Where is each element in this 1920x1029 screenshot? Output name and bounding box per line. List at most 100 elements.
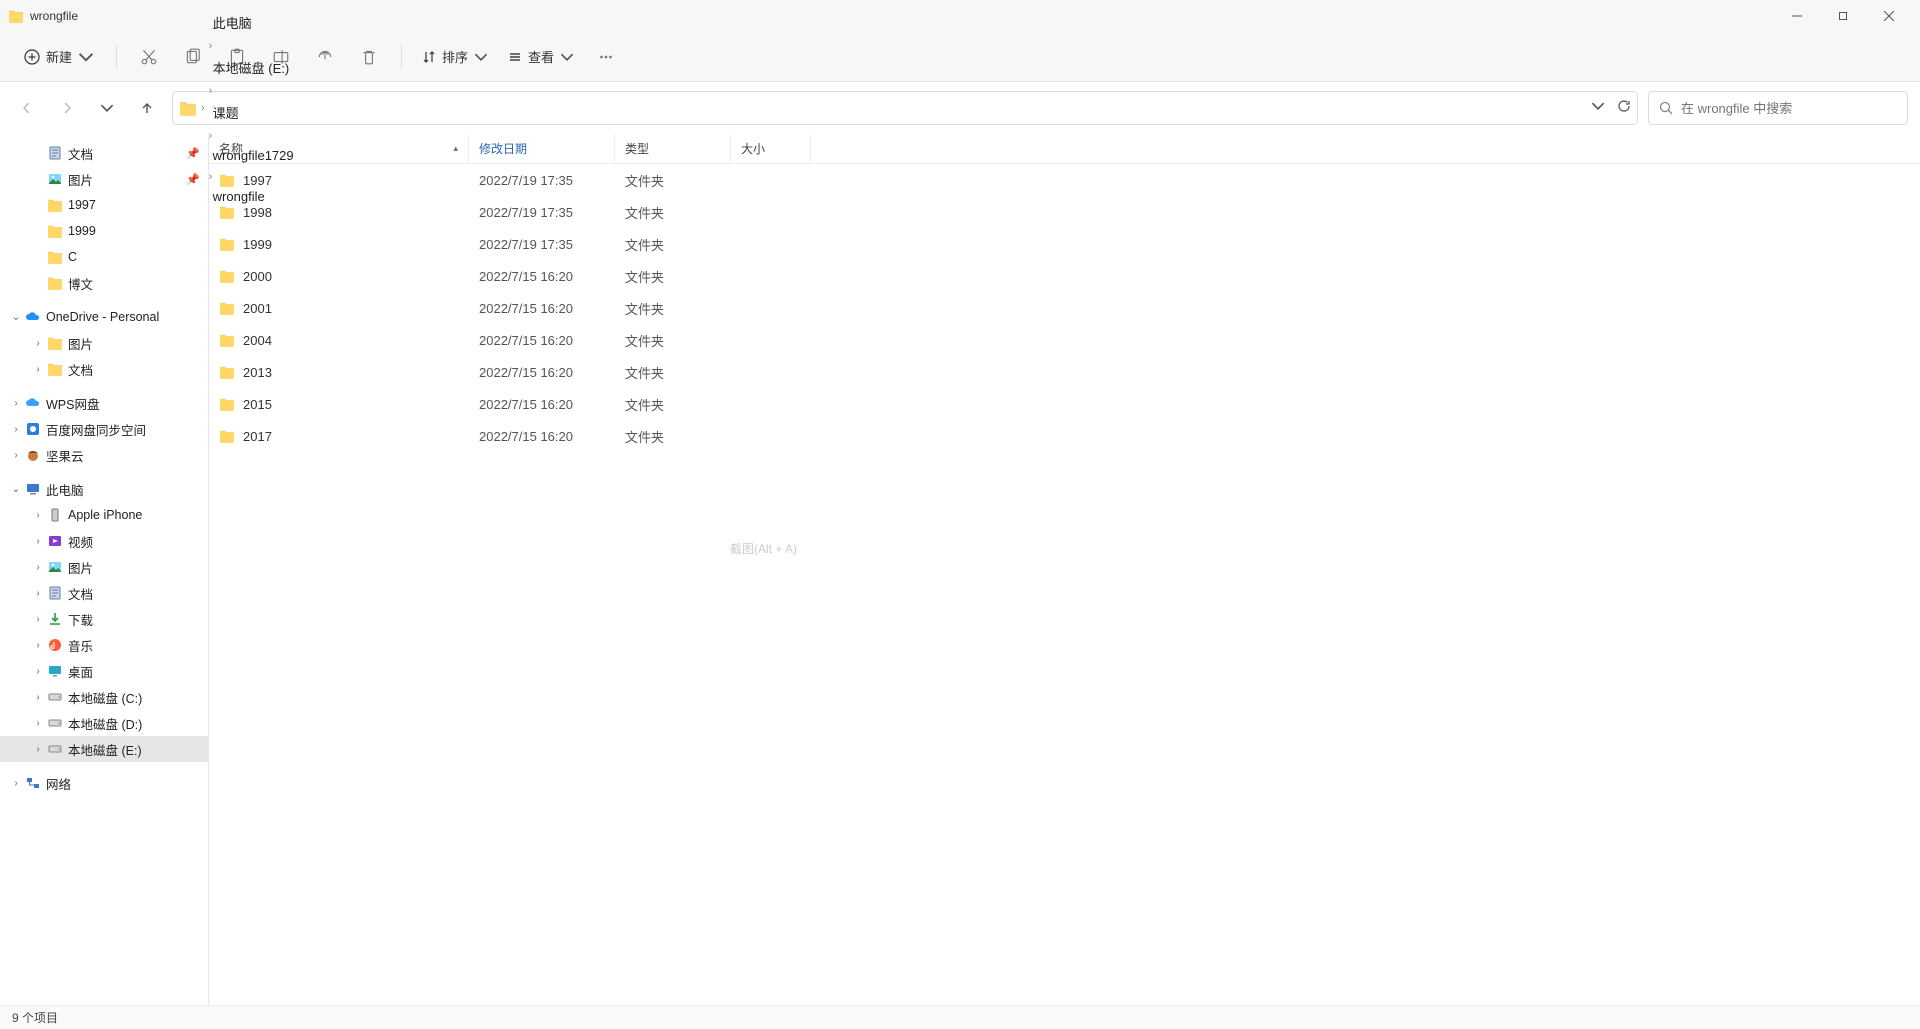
chevron-icon[interactable]: ⌄ [8,312,24,323]
col-size[interactable]: 大小 [731,134,811,163]
tree-label: Apple iPhone [68,508,142,522]
chevron-icon[interactable]: › [30,536,46,547]
sort-button[interactable]: 排序 [414,41,496,72]
chevron-icon[interactable]: › [30,562,46,573]
search-input[interactable] [1681,101,1897,116]
recent-button[interactable] [92,93,122,123]
copy-button[interactable] [173,39,213,75]
more-button[interactable] [586,39,626,75]
folder-icon [219,268,235,284]
tree-item[interactable]: ⌄ 此电脑 [0,476,208,502]
pic-icon [46,558,64,576]
chevron-icon[interactable]: › [30,364,46,375]
search-box[interactable] [1648,91,1908,125]
cut-button[interactable] [129,39,169,75]
tree-item[interactable]: › 桌面 [0,658,208,684]
chevron-icon[interactable]: › [8,778,24,789]
tree-item[interactable]: › 本地磁盘 (D:) [0,710,208,736]
tree-item[interactable]: › 文档 [0,356,208,382]
file-date: 2022/7/15 16:20 [469,269,615,284]
file-row[interactable]: 2015 2022/7/15 16:20 文件夹 [209,388,1920,420]
chevron-icon[interactable]: ⌄ [8,484,24,495]
pc-icon [24,480,42,498]
tree-item[interactable]: › 下载 [0,606,208,632]
tree-item[interactable]: 1997 [0,192,208,218]
file-row[interactable]: 1998 2022/7/19 17:35 文件夹 [209,196,1920,228]
tree-item[interactable]: › 百度网盘同步空间 [0,416,208,442]
minimize-button[interactable] [1774,0,1820,32]
breadcrumb-item[interactable]: 本地磁盘 (E:) [209,54,298,81]
file-row[interactable]: 2017 2022/7/15 16:20 文件夹 [209,420,1920,452]
file-name: 2000 [243,269,272,284]
tree-item[interactable]: › 网络 [0,770,208,796]
back-button[interactable] [12,93,42,123]
chevron-down-icon[interactable] [1591,99,1605,118]
chevron-icon[interactable]: › [30,666,46,677]
chevron-icon[interactable]: › [30,640,46,651]
breadcrumb-item[interactable]: 课题 [209,99,298,126]
tree-label: 此电脑 [46,480,84,499]
tree-label: 文档 [68,360,93,379]
tree-label: 下载 [68,610,93,629]
file-type: 文件夹 [615,203,731,222]
refresh-button[interactable] [1617,99,1631,118]
doc-icon [46,584,64,602]
col-type[interactable]: 类型 [615,134,731,163]
close-button[interactable] [1866,0,1912,32]
chevron-icon[interactable]: › [30,614,46,625]
tree-item[interactable]: › 文档 [0,580,208,606]
view-button[interactable]: 查看 [500,41,582,72]
tree-label: C [68,250,77,264]
tree-item[interactable]: › 视频 [0,528,208,554]
tree-item[interactable]: 图片 📌 [0,166,208,192]
chevron-icon[interactable]: › [8,424,24,435]
file-date: 2022/7/15 16:20 [469,301,615,316]
new-button[interactable]: 新建 [14,41,104,72]
tree-item[interactable]: › 本地磁盘 (E:) [0,736,208,762]
tree-item[interactable]: › 音乐 [0,632,208,658]
file-row[interactable]: 2004 2022/7/15 16:20 文件夹 [209,324,1920,356]
tree-item[interactable]: › 图片 [0,554,208,580]
chevron-icon[interactable]: › [8,450,24,461]
tree-item[interactable]: 博文 [0,270,208,296]
tree-item[interactable]: › WPS网盘 [0,390,208,416]
tree-label: 本地磁盘 (C:) [68,688,142,707]
file-row[interactable]: 1999 2022/7/19 17:35 文件夹 [209,228,1920,260]
file-row[interactable]: 2000 2022/7/15 16:20 文件夹 [209,260,1920,292]
chevron-icon[interactable]: › [30,744,46,755]
file-row[interactable]: 1997 2022/7/19 17:35 文件夹 [209,164,1920,196]
file-type: 文件夹 [615,331,731,350]
file-date: 2022/7/19 17:35 [469,173,615,188]
tree-item[interactable]: › 本地磁盘 (C:) [0,684,208,710]
chevron-icon[interactable]: › [30,510,46,521]
chevron-icon[interactable]: › [8,398,24,409]
delete-button[interactable] [349,39,389,75]
forward-button[interactable] [52,93,82,123]
sidebar[interactable]: 文档 📌 图片 📌 1997 1999 C 博文 ⌄ OneDrive - Pe… [0,134,208,1005]
chevron-icon[interactable]: › [30,588,46,599]
address-bar[interactable]: › 此电脑›本地磁盘 (E:)›课题›wrongfile1729›wrongfi… [172,91,1638,125]
col-date[interactable]: 修改日期 [469,134,615,163]
tree-item[interactable]: ⌄ OneDrive - Personal [0,304,208,330]
chevron-icon[interactable]: › [30,338,46,349]
maximize-button[interactable] [1820,0,1866,32]
tree-item[interactable]: 文档 📌 [0,140,208,166]
tree-item[interactable]: › Apple iPhone [0,502,208,528]
tree-item[interactable]: C [0,244,208,270]
chevron-icon[interactable]: › [30,718,46,729]
status-text: 9 个项目 [12,1009,58,1026]
folder-icon [46,196,64,214]
tree-label: 文档 [68,144,93,163]
col-name[interactable]: 名称▴ [209,134,469,163]
folder-icon [46,222,64,240]
tree-item[interactable]: › 图片 [0,330,208,356]
file-row[interactable]: 2013 2022/7/15 16:20 文件夹 [209,356,1920,388]
up-button[interactable] [132,93,162,123]
share-button[interactable] [305,39,345,75]
tree-item[interactable]: › 坚果云 [0,442,208,468]
file-row[interactable]: 2001 2022/7/15 16:20 文件夹 [209,292,1920,324]
breadcrumb-item[interactable]: 此电脑 [209,9,298,36]
tree-item[interactable]: 1999 [0,218,208,244]
file-list: 名称▴ 修改日期 类型 大小 1997 2022/7/19 17:35 文件夹 … [209,134,1920,1005]
chevron-icon[interactable]: › [30,692,46,703]
